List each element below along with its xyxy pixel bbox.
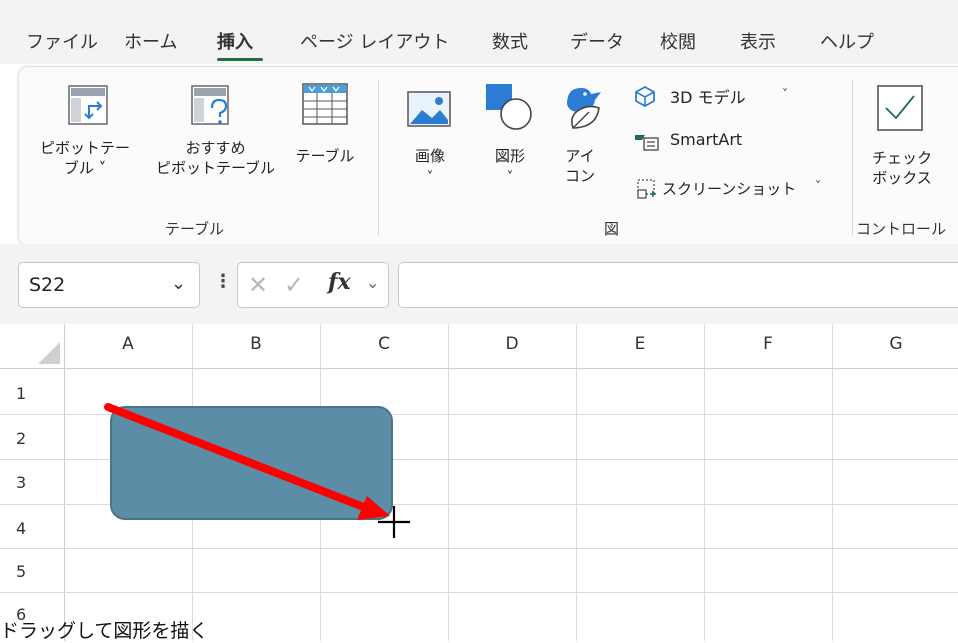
active-tab-indicator [217, 58, 263, 61]
images-button[interactable]: 画像 ˅ [400, 80, 460, 200]
icons-button[interactable]: アイ コン [555, 80, 607, 200]
checkbox-label-1: チェック [871, 149, 932, 167]
screenshot-chevron-icon: ˅ [815, 179, 821, 193]
image-icon [407, 91, 451, 127]
drawing-layer [104, 403, 410, 538]
tab-data[interactable]: データ [570, 28, 624, 54]
formula-bar-area: S22 ⌄ ⋮ ✕ ✓ fx ⌄ [0, 244, 958, 324]
checkbox-icon [877, 85, 923, 131]
group-separator [852, 80, 853, 235]
more-options-icon[interactable]: ⋮ [214, 271, 232, 292]
table-button[interactable]: テーブル [285, 80, 365, 200]
pivot-table-icon [68, 85, 108, 125]
tab-home[interactable]: ホーム [124, 28, 177, 54]
3d-model-button[interactable]: 3D モデル ˅ [634, 84, 814, 108]
table-icon [302, 83, 348, 125]
images-chevron-icon: ˅ [426, 170, 434, 185]
group-label-control: コントロール [856, 220, 947, 238]
enter-icon[interactable]: ✓ [284, 271, 304, 299]
insert-function-icon[interactable]: fx [328, 269, 351, 295]
function-chevron-icon[interactable]: ⌄ [366, 273, 379, 292]
recommended-pivot-button[interactable]: おすすめ ピボットテーブル [148, 80, 283, 200]
bird-leaf-icon [567, 88, 601, 129]
cancel-icon[interactable]: ✕ [248, 271, 268, 299]
images-label: 画像 [414, 147, 445, 165]
recommended-pivot-label-1: おすすめ [185, 139, 246, 157]
tab-review[interactable]: 校閲 [660, 28, 696, 54]
tab-help[interactable]: ヘルプ [820, 28, 874, 54]
recommended-pivot-icon [191, 85, 229, 125]
tab-insert[interactable]: 挿入 [217, 28, 253, 54]
checkbox-button[interactable]: チェック ボックス [862, 80, 958, 200]
tab-formulas[interactable]: 数式 [492, 28, 528, 54]
smartart-button[interactable]: SmartArt [634, 130, 784, 154]
formula-input[interactable] [398, 262, 958, 308]
checkbox-label-2: ボックス [872, 169, 932, 187]
screenshot-label: スクリーンショット [662, 180, 797, 198]
shapes-chevron-icon: ˅ [506, 170, 514, 185]
worksheet[interactable]: A B C D E F G 1 2 3 4 5 6 [0, 324, 958, 641]
smartart-icon [635, 135, 659, 151]
group-label-figure: 図 [604, 220, 620, 238]
name-box-chevron-icon: ⌄ [171, 273, 187, 294]
group-label-table: テーブル [165, 220, 225, 238]
screenshot-icon [637, 179, 656, 199]
icons-label-1: アイ [565, 147, 595, 165]
smartart-label: SmartArt [670, 130, 743, 149]
3d-model-chevron-icon: ˅ [782, 87, 788, 101]
shapes-icon [486, 84, 532, 130]
shapes-label: 図形 [494, 147, 525, 165]
name-box-value: S22 [29, 274, 66, 296]
pivot-table-button[interactable]: ピボットテー ブル ˅ [40, 80, 150, 200]
recommended-pivot-label-2: ピボットテーブル [155, 159, 276, 177]
name-box[interactable]: S22 ⌄ [18, 262, 200, 308]
group-separator [378, 80, 379, 235]
tab-view[interactable]: 表示 [740, 28, 776, 54]
3d-model-label: 3D モデル [670, 88, 746, 107]
menu-bar: ファイル ホーム 挿入 ページ レイアウト 数式 データ 校閲 表示 ヘルプ [0, 0, 958, 64]
caption: ドラッグして図形を描く [0, 620, 209, 642]
icons-label-2: コン [564, 167, 595, 185]
screenshot-button[interactable]: スクリーンショット ˅ [636, 176, 836, 200]
formula-buttons: ✕ ✓ fx ⌄ [237, 262, 389, 308]
shapes-button[interactable]: 図形 ˅ [478, 80, 542, 200]
pivot-table-label-1: ピボットテー [40, 139, 131, 157]
table-label: テーブル [295, 147, 355, 165]
tab-file[interactable]: ファイル [26, 28, 98, 54]
pivot-table-label-2: ブル ˅ [63, 159, 107, 177]
cube-icon [635, 85, 655, 107]
tab-page-layout[interactable]: ページ レイアウト [300, 28, 449, 54]
